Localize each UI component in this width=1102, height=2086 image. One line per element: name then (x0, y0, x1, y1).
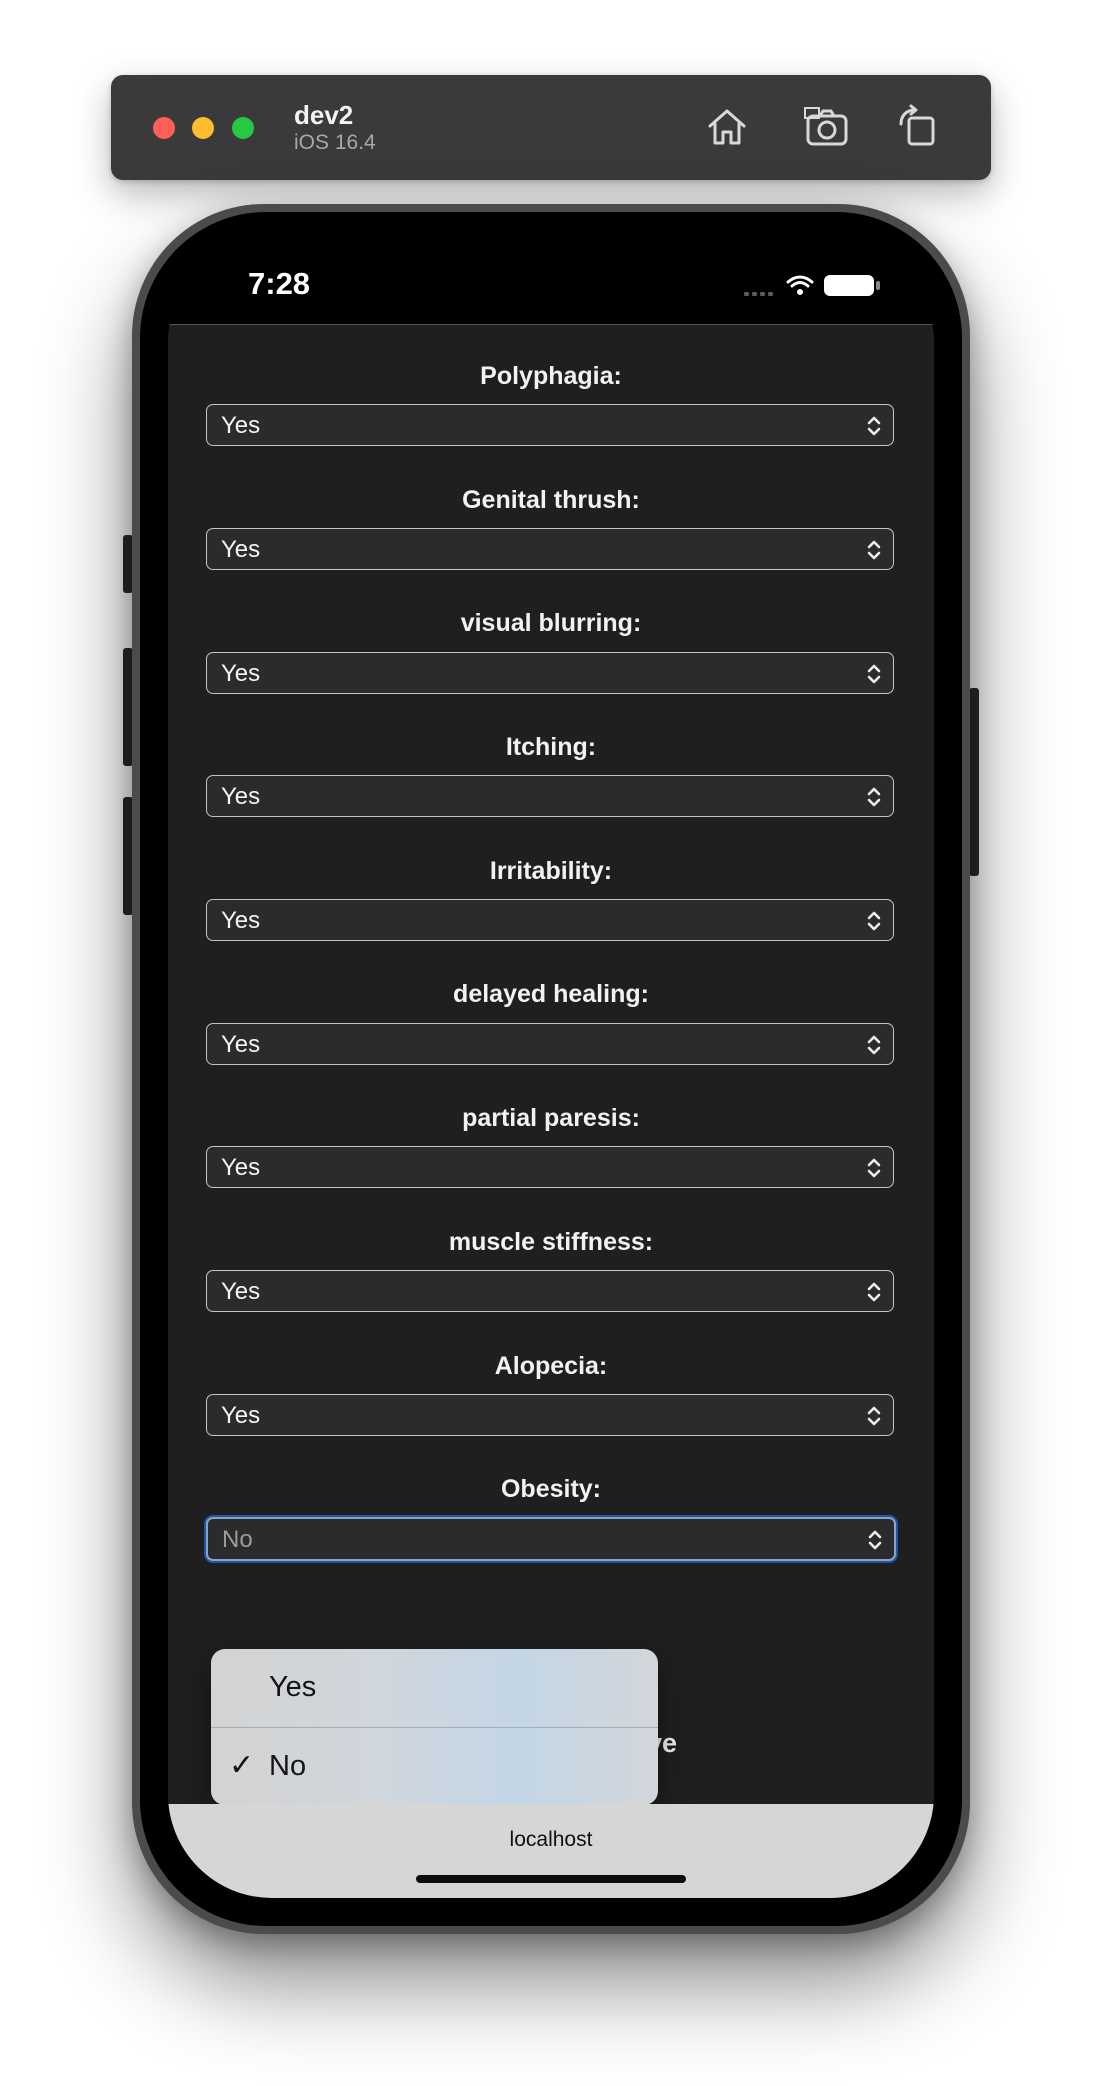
close-window-button[interactable] (153, 117, 175, 139)
obesity-select[interactable]: No (206, 1517, 896, 1561)
muscle-stiffness-label: muscle stiffness: (448, 1228, 654, 1256)
chevron-up-down-icon (867, 1158, 881, 1178)
chevron-up-down-icon (867, 1282, 881, 1302)
chevron-up-down-icon (868, 1530, 882, 1550)
status-icons (744, 275, 880, 296)
chevron-up-down-icon (867, 664, 881, 684)
select-value: Yes (221, 536, 261, 563)
url-host: localhost (509, 1828, 593, 1851)
safari-address-bar[interactable]: localhost (168, 1804, 934, 1898)
genital-thrush-select[interactable]: Yes (206, 528, 894, 570)
picker-option-label: Yes (269, 1671, 317, 1703)
chevron-up-down-icon (867, 540, 881, 560)
checkmark-icon: ✓ (229, 1749, 255, 1782)
picker-option-label: No (269, 1750, 307, 1782)
polyphagia-select[interactable]: Yes (206, 404, 894, 446)
visual-blurring-label: visual blurring: (460, 609, 642, 637)
wifi-icon (786, 275, 814, 288)
chevron-up-down-icon (867, 787, 881, 807)
irritability-label: Irritability: (489, 857, 613, 885)
alopecia-select[interactable]: Yes (206, 1394, 894, 1436)
home-icon[interactable] (704, 104, 750, 150)
select-value: Yes (221, 783, 261, 810)
rotate-icon[interactable] (895, 104, 941, 150)
itching-label: Itching: (505, 733, 597, 761)
picker-option-no[interactable]: ✓ No (211, 1728, 658, 1805)
muscle-stiffness-select[interactable]: Yes (206, 1270, 894, 1312)
alopecia-label: Alopecia: (494, 1352, 608, 1380)
select-value: No (222, 1526, 253, 1553)
delayed-healing-select[interactable]: Yes (206, 1023, 894, 1065)
chevron-up-down-icon (867, 1035, 881, 1055)
minimize-window-button[interactable] (192, 117, 214, 139)
visual-blurring-select[interactable]: Yes (206, 652, 894, 694)
select-value: Yes (221, 1031, 261, 1058)
partial-paresis-select[interactable]: Yes (206, 1146, 894, 1188)
itching-select[interactable]: Yes (206, 775, 894, 817)
select-value: Yes (221, 907, 261, 934)
obesity-label: Obesity: (500, 1475, 602, 1503)
screenshot-icon[interactable] (804, 104, 850, 150)
device-name: dev2 (294, 100, 354, 130)
polyphagia-label: Polyphagia: (480, 362, 622, 390)
chevron-up-down-icon (867, 1406, 881, 1426)
web-content: Polyphagia: Yes Genital thrush: Yes visu… (168, 324, 934, 1882)
delayed-healing-label: delayed healing: (453, 980, 649, 1008)
divider (168, 324, 934, 325)
select-value: Yes (221, 660, 261, 687)
partial-paresis-label: partial paresis: (462, 1104, 640, 1132)
chevron-up-down-icon (867, 416, 881, 436)
home-indicator[interactable] (416, 1875, 686, 1883)
select-picker-popup: Yes ✓ No (211, 1649, 658, 1805)
power-button (969, 688, 979, 876)
zoom-window-button[interactable] (232, 117, 254, 139)
select-value: Yes (221, 1402, 261, 1429)
select-value: Yes (221, 1154, 261, 1181)
status-time: 7:28 (248, 266, 311, 301)
phone-screen: 7:28 Polyphagia: Yes Genital thrush: Yes (168, 238, 934, 1898)
select-value: Yes (221, 412, 261, 439)
select-value: Yes (221, 1278, 261, 1305)
chevron-up-down-icon (867, 911, 881, 931)
irritability-select[interactable]: Yes (206, 899, 894, 941)
cellular-signal-icon (744, 292, 773, 296)
picker-option-yes[interactable]: Yes (211, 1649, 658, 1727)
genital-thrush-label: Genital thrush: (462, 486, 640, 514)
os-version: iOS 16.4 (294, 131, 376, 154)
battery-icon (824, 275, 880, 296)
